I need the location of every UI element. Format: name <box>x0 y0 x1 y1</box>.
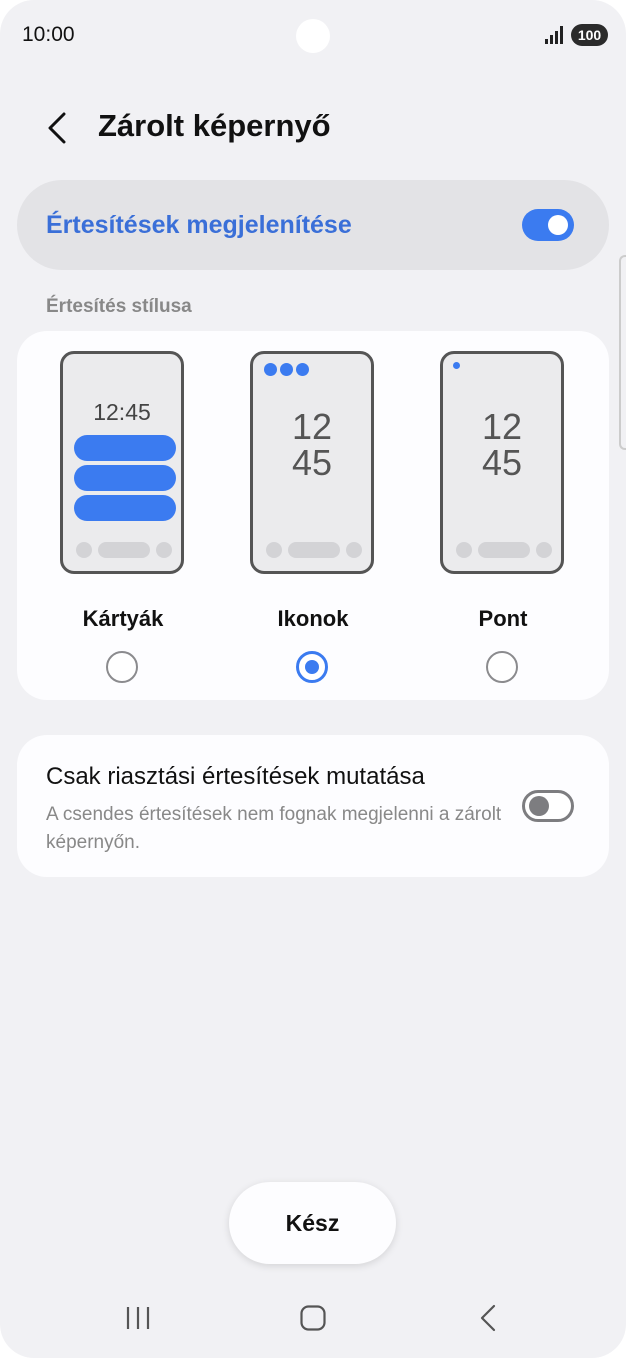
camera-cutout <box>296 19 330 53</box>
alert-only-title: Csak riasztási értesítések mutatása <box>46 763 425 790</box>
preview-cards[interactable]: 12:45 <box>60 351 184 574</box>
preview-card-bar <box>74 495 176 521</box>
preview-clock-minute: 45 <box>481 442 523 483</box>
battery-icon: 100 <box>571 24 608 46</box>
show-notifications-row[interactable]: Értesítések megjelenítése <box>17 180 609 270</box>
edge-panel-handle[interactable] <box>619 255 626 450</box>
back-arrow-icon[interactable] <box>42 108 76 148</box>
radio-icons[interactable] <box>296 651 328 683</box>
option-label-cards: Kártyák <box>82 606 164 631</box>
preview-icon-dot <box>280 363 293 376</box>
switch-knob <box>548 215 568 235</box>
preview-bottom-bar <box>266 542 364 558</box>
preview-bottom-bar <box>76 542 174 558</box>
preview-clock-hour: 12 <box>481 406 523 447</box>
preview-icons[interactable]: 12 45 <box>250 351 374 574</box>
preview-clock: 12:45 <box>93 399 151 425</box>
switch-knob <box>529 796 549 816</box>
alert-only-description: A csendes értesítések nem fognak megjele… <box>46 804 502 853</box>
radio-cards[interactable] <box>106 651 138 683</box>
section-label-notification-style: Értesítés stílusa <box>46 296 192 317</box>
radio-dot[interactable] <box>486 651 518 683</box>
preview-clock: 12 45 <box>443 409 561 481</box>
status-time: 10:00 <box>22 23 75 46</box>
notification-style-card: 12:45 12 45 12 45 Kártyák Ikonok Pont <box>17 331 609 700</box>
signal-icon <box>545 26 563 44</box>
preview-clock-minute: 45 <box>291 442 333 483</box>
option-label-icons: Ikonok <box>277 606 349 631</box>
page-title: Zárolt képernyő <box>98 108 331 143</box>
show-notifications-label: Értesítések megjelenítése <box>46 211 352 239</box>
option-label-dot: Pont <box>478 606 528 631</box>
home-icon[interactable] <box>299 1304 327 1332</box>
preview-bottom-bar <box>456 542 554 558</box>
preview-dot[interactable]: 12 45 <box>440 351 564 574</box>
alert-only-switch[interactable] <box>522 790 574 822</box>
preview-clock-hour: 12 <box>291 406 333 447</box>
preview-icon-dot <box>264 363 277 376</box>
preview-dot-indicator <box>453 362 460 369</box>
back-icon[interactable] <box>475 1304 503 1332</box>
preview-icon-dot <box>296 363 309 376</box>
lock-screen-settings: 10:00 100 Zárolt képernyő Értesítések me… <box>0 0 626 1358</box>
show-notifications-switch[interactable] <box>522 209 574 241</box>
preview-card-bar <box>74 465 176 491</box>
done-button[interactable]: Kész <box>229 1182 396 1264</box>
preview-card-bar <box>74 435 176 461</box>
recents-icon[interactable] <box>125 1304 153 1332</box>
alert-only-row[interactable]: Csak riasztási értesítések mutatása A cs… <box>17 735 609 877</box>
preview-clock: 12 45 <box>253 409 371 481</box>
